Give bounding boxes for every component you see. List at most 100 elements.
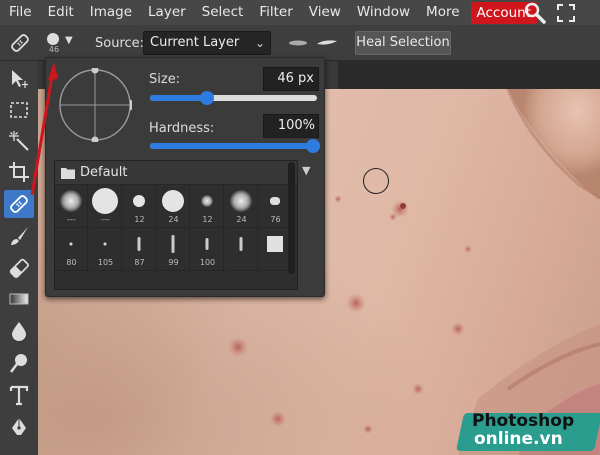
options-bar: 46 ▼ Source: Current Layer ⌄ Heal Select… bbox=[0, 25, 600, 61]
dodge-icon bbox=[10, 354, 27, 373]
gradient-icon bbox=[9, 293, 29, 305]
marquee-icon bbox=[10, 102, 28, 118]
brush-preset[interactable]: 87 bbox=[123, 229, 156, 271]
brush-preset[interactable]: 80 bbox=[55, 229, 88, 271]
size-slider-fill bbox=[150, 95, 207, 101]
hardness-slider-fill bbox=[150, 143, 317, 149]
brush-stroke-icon[interactable] bbox=[288, 40, 308, 46]
preset-menu-icon[interactable]: ▼ bbox=[302, 164, 310, 177]
brush-preset-tip bbox=[103, 242, 107, 246]
brush-preset-tip bbox=[69, 242, 73, 246]
brush-size-label: 46 bbox=[48, 45, 60, 54]
menu-image[interactable]: Image bbox=[82, 0, 140, 25]
marquee-tool[interactable] bbox=[4, 96, 34, 124]
size-input[interactable]: 46 px bbox=[263, 67, 319, 91]
preset-scrollbar[interactable] bbox=[288, 162, 295, 274]
dodge-tool[interactable] bbox=[4, 349, 34, 377]
brush-preset-tip bbox=[267, 236, 283, 252]
brush-tip-preview bbox=[47, 33, 59, 45]
crop-icon bbox=[9, 162, 29, 182]
size-unit: px bbox=[298, 71, 314, 86]
eraser-tool[interactable] bbox=[4, 254, 34, 282]
brush-preset-label: 80 bbox=[66, 258, 77, 267]
menu-bar: File Edit Image Layer Select Filter View… bbox=[0, 0, 600, 25]
menu-view[interactable]: View bbox=[301, 0, 349, 25]
crop-tool[interactable] bbox=[4, 158, 34, 186]
brush-preset-label: 12 bbox=[134, 215, 145, 224]
brush-preset[interactable]: 100 bbox=[191, 229, 224, 271]
brush-preset[interactable]: 24 bbox=[157, 186, 190, 228]
brush-preset-picker[interactable]: 46 ▼ bbox=[44, 31, 78, 57]
move-tool[interactable] bbox=[4, 65, 34, 93]
hardness-input[interactable]: 100% bbox=[263, 114, 319, 138]
size-slider[interactable] bbox=[150, 91, 317, 105]
watermark-line2: online.vn bbox=[474, 429, 563, 449]
brush-preset-tip bbox=[239, 237, 243, 251]
bandage-icon bbox=[10, 195, 28, 213]
hardness-slider-thumb[interactable] bbox=[306, 139, 320, 153]
heal-selection-button[interactable]: Heal Selection bbox=[355, 31, 451, 55]
brush-preset-tip bbox=[201, 195, 213, 207]
brush-preset-label: 12 bbox=[202, 215, 213, 224]
chevron-down-icon: ⌄ bbox=[254, 36, 265, 50]
fullscreen-icon[interactable] bbox=[556, 3, 576, 23]
search-icon[interactable] bbox=[524, 2, 546, 24]
brush-cursor bbox=[363, 168, 389, 194]
watermark-line1: Photoshop bbox=[472, 411, 575, 431]
brush-preset-label: 24 bbox=[236, 215, 247, 224]
brush-preset[interactable]: 12 bbox=[191, 186, 224, 228]
brush-preset-label: 105 bbox=[97, 258, 114, 267]
chevron-down-icon: ▼ bbox=[65, 35, 73, 46]
brush-preset[interactable]: 99 bbox=[157, 229, 190, 271]
menu-layer[interactable]: Layer bbox=[140, 0, 194, 25]
blur-tool[interactable] bbox=[4, 317, 34, 345]
size-slider-thumb[interactable] bbox=[199, 91, 214, 105]
brush-preset[interactable]: 12 bbox=[123, 186, 156, 228]
hardness-slider[interactable] bbox=[150, 139, 320, 153]
gradient-tool[interactable] bbox=[4, 285, 34, 313]
text-tool[interactable] bbox=[4, 381, 34, 409]
size-label: Size: bbox=[149, 72, 181, 87]
brush-preset-label: --- bbox=[67, 215, 76, 224]
source-select-value: Current Layer bbox=[150, 35, 240, 50]
eraser-icon bbox=[9, 258, 29, 278]
source-select[interactable]: Current Layer ⌄ bbox=[143, 31, 271, 55]
menu-file[interactable]: File bbox=[0, 0, 40, 25]
tool-bar bbox=[0, 61, 38, 455]
brush-preset-tip bbox=[270, 197, 280, 205]
brush-preset-label: 87 bbox=[134, 258, 145, 267]
magic-wand-tool[interactable] bbox=[4, 127, 34, 155]
brush-angle-widget[interactable] bbox=[58, 68, 132, 142]
brush-tool[interactable] bbox=[4, 222, 34, 250]
menu-window[interactable]: Window bbox=[349, 0, 418, 25]
brush-preset-tip bbox=[171, 235, 175, 253]
preset-folder-header[interactable]: Default bbox=[55, 161, 297, 185]
move-icon bbox=[12, 70, 28, 88]
brush-icon bbox=[11, 227, 28, 245]
folder-icon bbox=[61, 168, 75, 179]
brush-preset-tip bbox=[162, 190, 184, 212]
menu-edit[interactable]: Edit bbox=[40, 0, 82, 25]
watermark-logo: Photoshop online.vn bbox=[455, 405, 600, 455]
brush-preset-tip bbox=[137, 237, 141, 251]
healing-brush-tool[interactable] bbox=[4, 190, 34, 218]
brush-preset[interactable]: 24 bbox=[225, 186, 258, 228]
brush-preset[interactable]: --- bbox=[55, 186, 88, 228]
menu-more[interactable]: More bbox=[418, 0, 467, 25]
pen-tool[interactable] bbox=[4, 413, 34, 441]
menu-select[interactable]: Select bbox=[194, 0, 252, 25]
brush-preset-label: 24 bbox=[168, 215, 179, 224]
brush-taper-icon[interactable] bbox=[316, 38, 338, 48]
pen-icon bbox=[12, 418, 26, 435]
brush-preset[interactable]: 105 bbox=[89, 229, 122, 271]
menu-filter[interactable]: Filter bbox=[251, 0, 300, 25]
brush-preset-label: --- bbox=[101, 215, 110, 224]
brush-preset-tip bbox=[92, 188, 118, 214]
preset-folder-name: Default bbox=[80, 165, 128, 180]
brush-preset-label: 99 bbox=[168, 258, 179, 267]
brush-preset[interactable] bbox=[225, 229, 258, 271]
brush-preset-tip bbox=[230, 190, 252, 212]
source-label: Source: bbox=[95, 36, 145, 51]
brush-preset[interactable]: --- bbox=[89, 186, 122, 228]
brush-settings-popup: Size: 46 px Hardness: 100% Default --- --… bbox=[45, 57, 325, 297]
